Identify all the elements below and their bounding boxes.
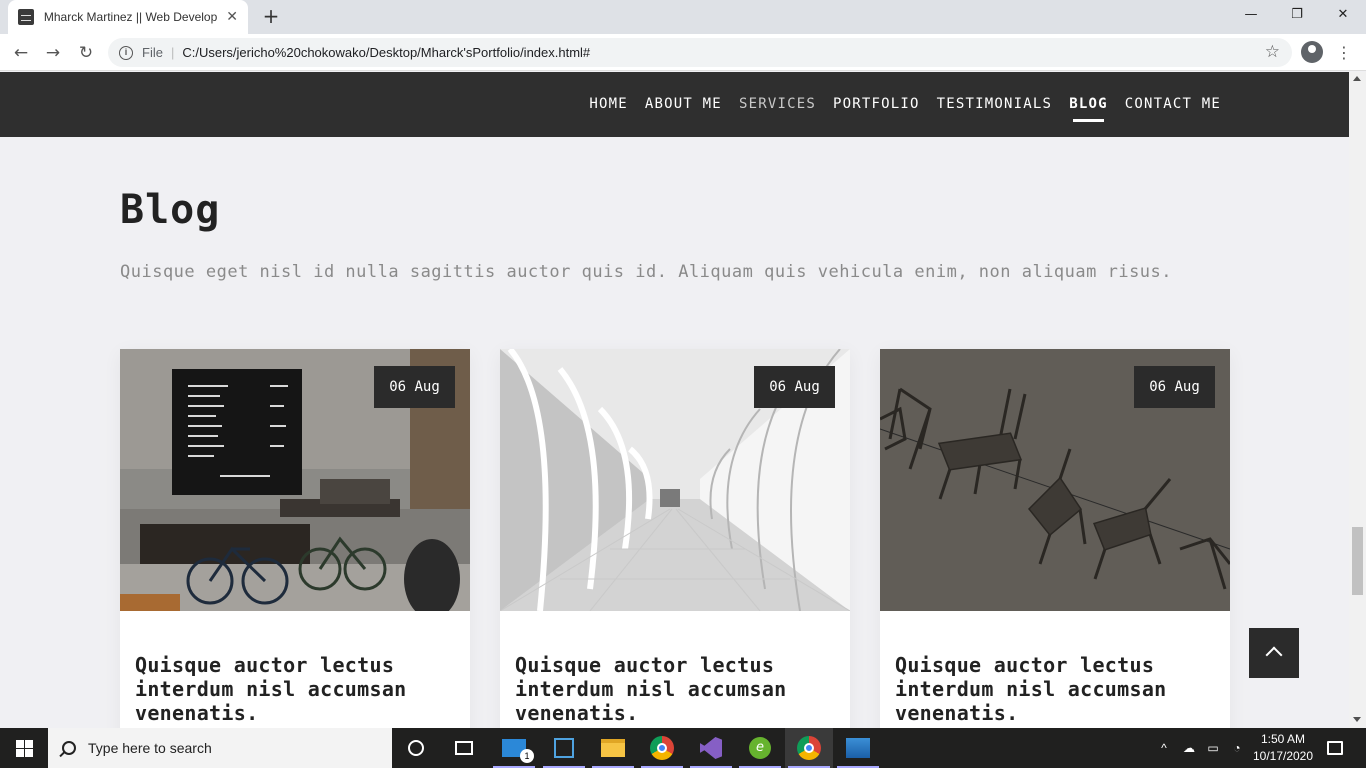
mail-badge: 1	[520, 749, 534, 763]
site-favicon-icon	[18, 9, 34, 25]
taskbar-photos[interactable]	[834, 728, 882, 768]
url-text[interactable]: C:/Users/jericho%20chokowako/Desktop/Mha…	[182, 45, 590, 60]
taskbar-dreamweaver[interactable]: e	[736, 728, 784, 768]
forward-button[interactable]: →	[40, 40, 66, 66]
tray-overflow-icon[interactable]: ^	[1155, 728, 1173, 768]
blog-card[interactable]: 06 Aug Quisque auctor lectus interdum ni…	[120, 349, 470, 728]
battery-icon[interactable]: ▭	[1202, 728, 1224, 768]
bookmark-star-icon[interactable]: ☆	[1265, 42, 1280, 62]
browser-tab[interactable]: Mharck Martinez || Web Develop ✕	[8, 0, 248, 34]
cortana-button[interactable]	[392, 728, 440, 768]
browser-toolbar: ← → ↻ i File | C:/Users/jericho%20chokow…	[0, 34, 1366, 71]
nav-menu: HOME ABOUT ME SERVICES PORTFOLIO TESTIMO…	[589, 96, 1221, 122]
windows-logo-icon	[16, 740, 24, 748]
minimize-button[interactable]: —	[1228, 0, 1274, 30]
browser-tabstrip: Mharck Martinez || Web Develop ✕ + — ❐ ✕	[0, 0, 1366, 34]
search-icon	[62, 741, 76, 755]
restore-button[interactable]: ❐	[1274, 0, 1320, 30]
taskbar-store[interactable]	[540, 728, 588, 768]
clock-date: 10/17/2020	[1252, 749, 1314, 763]
blog-card[interactable]: 06 Aug Quisque auctor lectus interdum ni…	[880, 349, 1230, 728]
chrome-icon	[797, 736, 821, 760]
taskbar-search[interactable]: Type here to search	[48, 728, 392, 768]
tab-title: Mharck Martinez || Web Develop	[43, 10, 218, 24]
folder-icon	[601, 739, 625, 757]
blog-card-date: 06 Aug	[374, 366, 455, 408]
nav-link-services[interactable]: SERVICES	[739, 96, 816, 122]
taskbar-search-placeholder: Type here to search	[88, 740, 212, 756]
nav-link-blog[interactable]: BLOG	[1069, 96, 1108, 122]
start-button[interactable]	[0, 728, 48, 768]
task-view-icon	[455, 741, 473, 755]
tab-close-icon[interactable]: ✕	[226, 9, 238, 25]
taskbar-file-explorer[interactable]	[589, 728, 637, 768]
nav-link-home[interactable]: HOME	[589, 96, 628, 122]
chevron-up-icon	[1265, 646, 1283, 664]
task-view-button[interactable]	[440, 728, 488, 768]
store-icon	[554, 738, 574, 758]
clock-time: 1:50 AM	[1260, 732, 1306, 746]
leaf-app-icon: e	[749, 737, 771, 759]
blog-card-date: 06 Aug	[1134, 366, 1215, 408]
address-bar[interactable]: i File | C:/Users/jericho%20chokowako/De…	[108, 38, 1292, 67]
blog-card-title[interactable]: Quisque auctor lectus interdum nisl accu…	[135, 653, 455, 725]
photos-icon	[846, 738, 870, 758]
site-info-icon[interactable]: i	[119, 45, 133, 60]
blog-card-title[interactable]: Quisque auctor lectus interdum nisl accu…	[895, 653, 1215, 725]
site-navbar: HOME ABOUT ME SERVICES PORTFOLIO TESTIMO…	[0, 72, 1349, 137]
wifi-icon[interactable]: ◔	[1226, 728, 1248, 768]
taskbar-mail[interactable]: 1	[490, 728, 538, 768]
page-scrollbar[interactable]	[1349, 72, 1366, 728]
taskbar-chrome[interactable]	[638, 728, 686, 768]
page-viewport: HOME ABOUT ME SERVICES PORTFOLIO TESTIMO…	[0, 72, 1349, 728]
cortana-icon	[408, 740, 424, 756]
nav-link-testimonials[interactable]: TESTIMONIALS	[937, 96, 1053, 122]
windows-taskbar: Type here to search 1 e ^ ☁ ▭ ◔ 1:50 AM …	[0, 728, 1366, 768]
profile-avatar-icon[interactable]	[1301, 41, 1323, 63]
onedrive-cloud-icon[interactable]: ☁	[1178, 728, 1200, 768]
reload-button[interactable]: ↻	[73, 40, 99, 66]
nav-link-portfolio[interactable]: PORTFOLIO	[833, 96, 920, 122]
notifications-icon[interactable]	[1320, 728, 1350, 768]
blog-card[interactable]: 06 Aug Quisque auctor lectus interdum ni…	[500, 349, 850, 728]
taskbar-visual-studio[interactable]	[687, 728, 735, 768]
scroll-up-arrow-icon[interactable]	[1353, 76, 1361, 81]
scheme-label: File	[142, 45, 163, 60]
close-window-button[interactable]: ✕	[1320, 0, 1366, 30]
back-button[interactable]: ←	[8, 40, 34, 66]
address-separator: |	[170, 45, 175, 60]
scroll-down-arrow-icon[interactable]	[1353, 717, 1361, 722]
nav-link-about[interactable]: ABOUT ME	[645, 96, 722, 122]
section-title: Blog	[120, 187, 221, 233]
scrollbar-thumb[interactable]	[1352, 527, 1363, 595]
chrome-icon	[650, 736, 674, 760]
mail-icon: 1	[502, 739, 534, 763]
back-to-top-button[interactable]	[1249, 628, 1299, 678]
new-tab-button[interactable]: +	[260, 5, 282, 27]
nav-link-contact[interactable]: CONTACT ME	[1125, 96, 1221, 122]
taskbar-chrome-active[interactable]	[785, 728, 833, 768]
section-subtitle: Quisque eget nisl id nulla sagittis auct…	[120, 262, 1173, 282]
browser-menu-icon[interactable]: ⋮	[1334, 40, 1354, 66]
taskbar-clock[interactable]: 1:50 AM 10/17/2020	[1248, 731, 1318, 765]
visual-studio-icon	[700, 737, 722, 759]
blog-card-title[interactable]: Quisque auctor lectus interdum nisl accu…	[515, 653, 835, 725]
blog-card-date: 06 Aug	[754, 366, 835, 408]
